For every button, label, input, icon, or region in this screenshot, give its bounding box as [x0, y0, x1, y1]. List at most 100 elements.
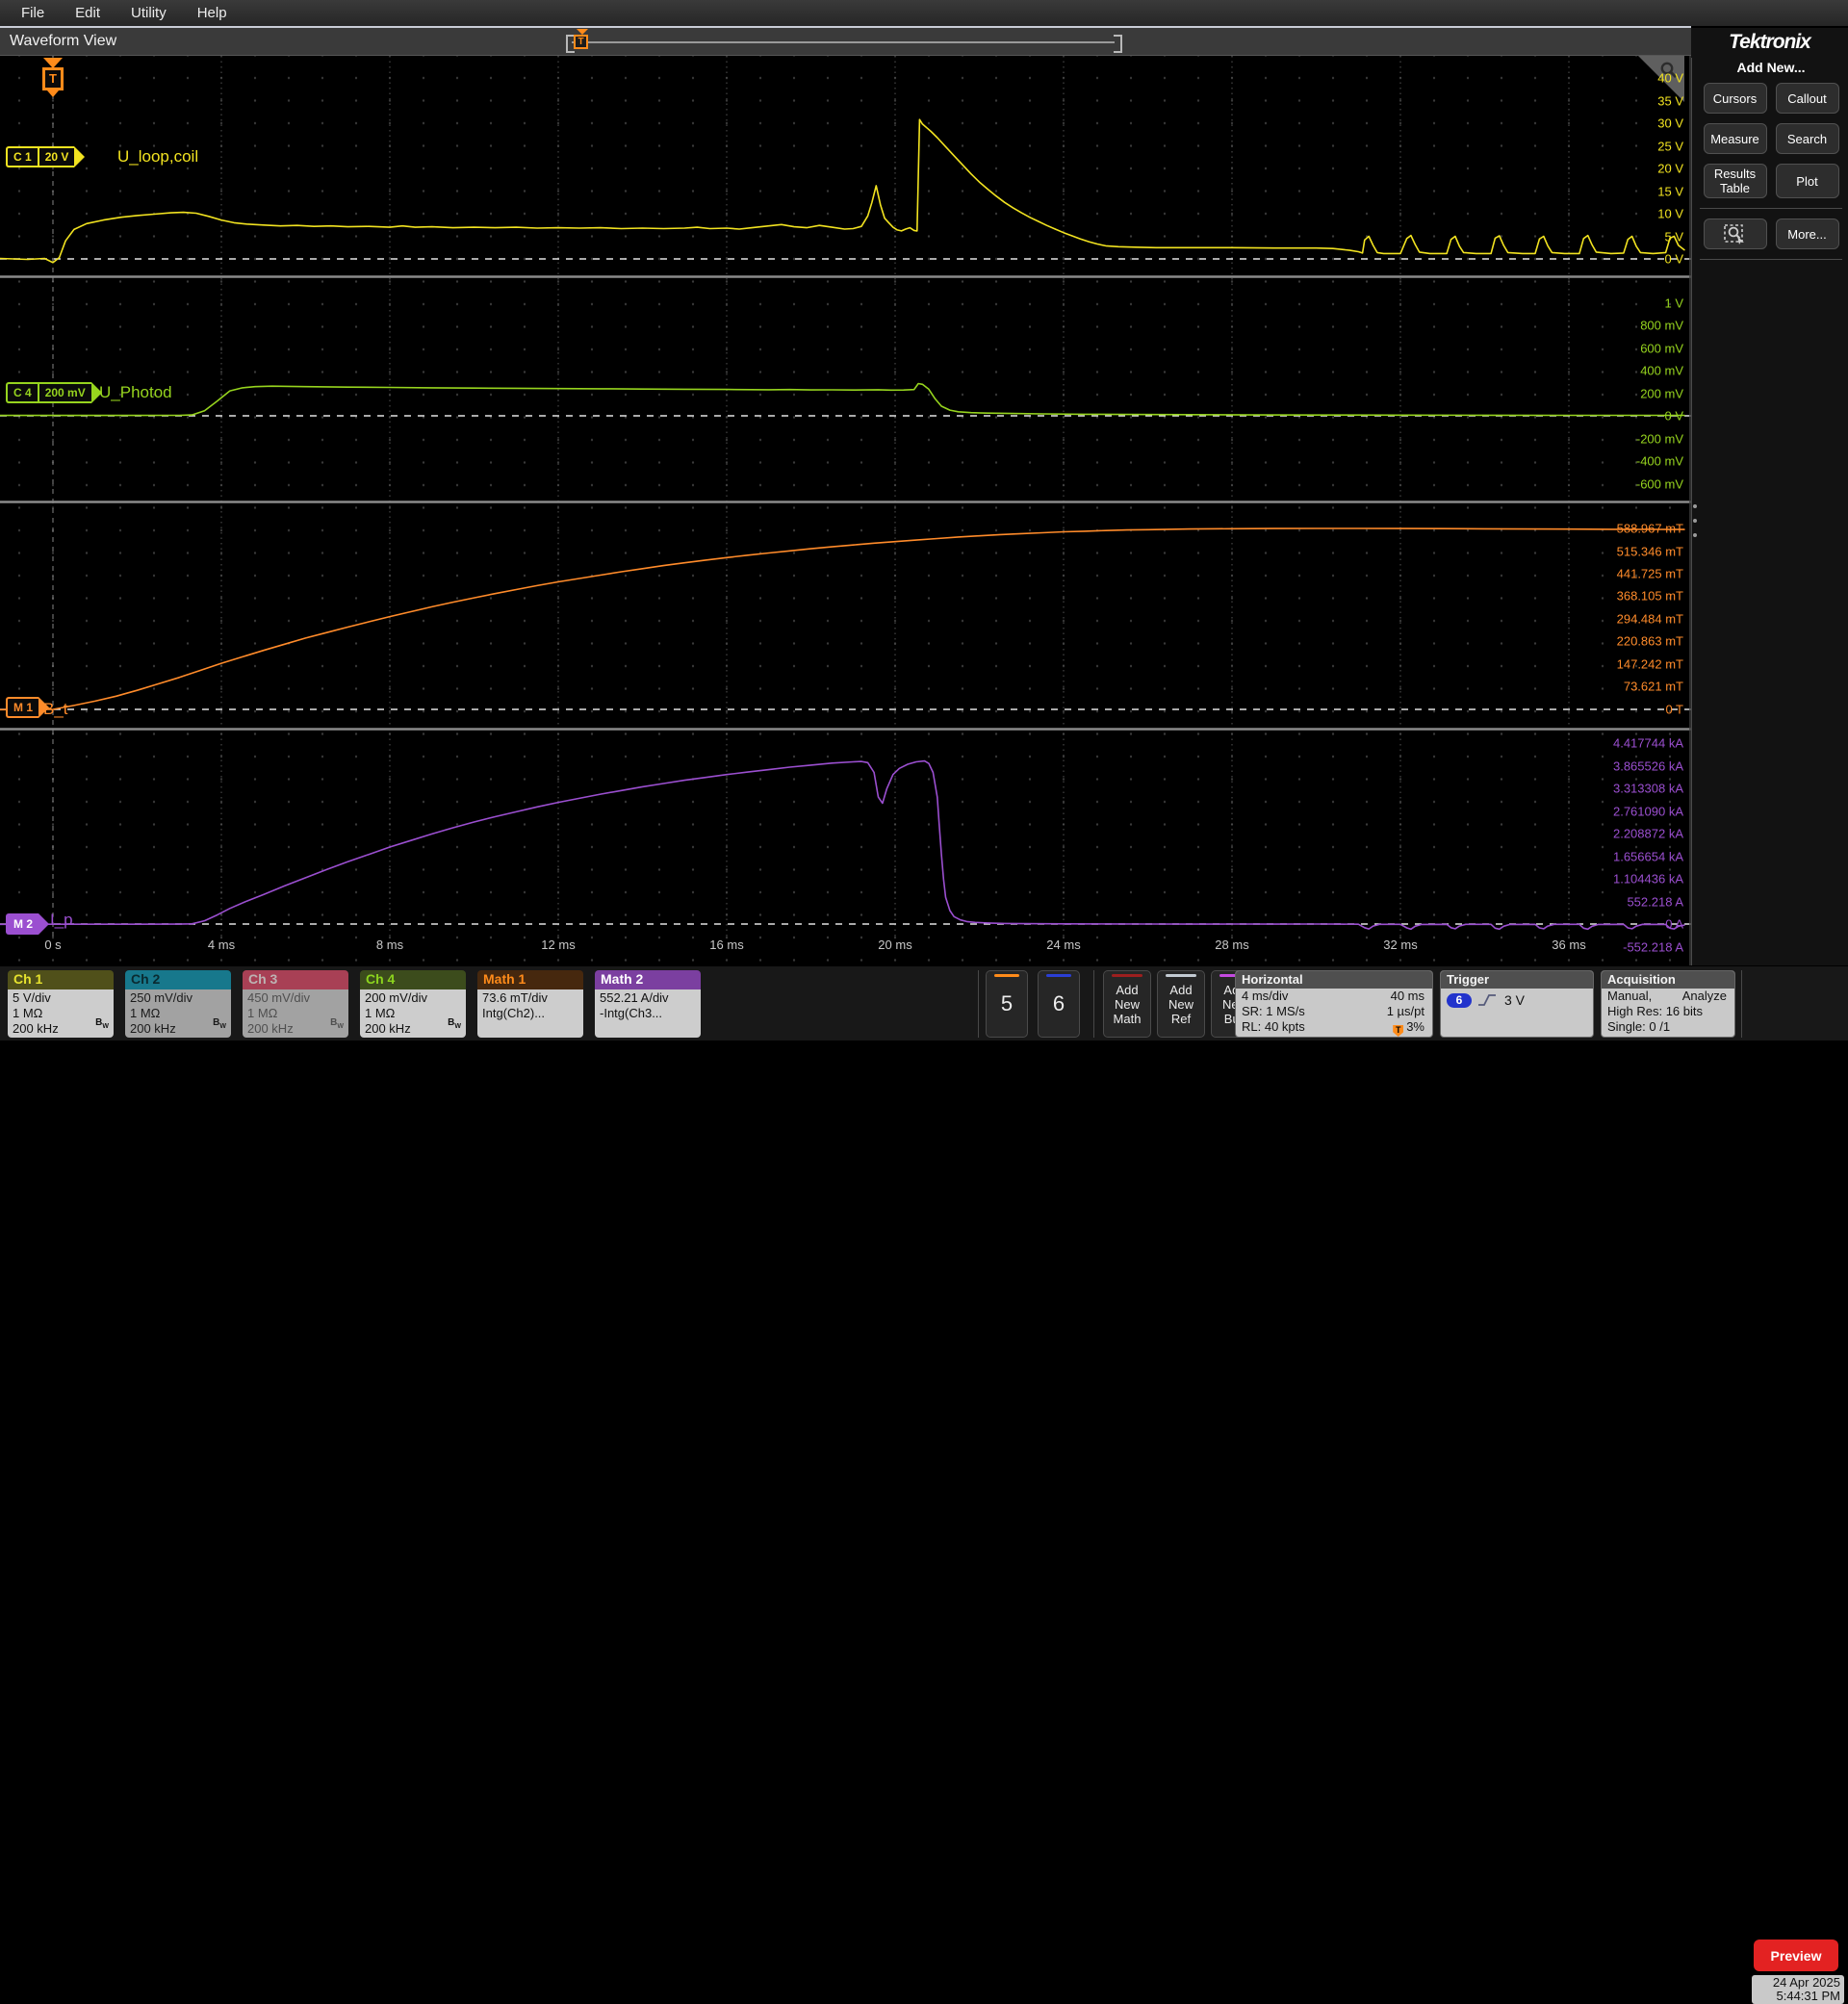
sidebar-button-measure[interactable]: Measure [1703, 123, 1767, 154]
axis-label: -552.218 A [1623, 939, 1683, 954]
sidebar-button-cursors[interactable]: Cursors [1703, 83, 1767, 114]
acquisition-analyze: Analyze [1681, 989, 1727, 1003]
sidebar-divider [1700, 208, 1842, 209]
channel-card-header: Math 2 [595, 970, 701, 989]
rising-edge-icon [1478, 994, 1496, 1006]
trigger-level: 3 V [1504, 992, 1526, 1008]
channel-card-row: 200 kHz [13, 1021, 59, 1036]
axis-label: 400 mV [1640, 363, 1683, 378]
menu-item-utility[interactable]: Utility [121, 3, 188, 23]
bottombar-separator [1093, 970, 1094, 1038]
channel-card-math1[interactable]: Math 1 73.6 mT/div Intg(Ch2)... [477, 970, 583, 1038]
axis-label: 0 V [1664, 251, 1683, 267]
button-label: Add New Ref [1168, 982, 1194, 1026]
axis-label: 220.863 mT [1616, 633, 1683, 649]
time-axis-label: 36 ms [1552, 938, 1586, 952]
button-label: Add New Math [1113, 982, 1142, 1026]
channel-card-row: 200 kHz [247, 1021, 294, 1036]
channel-badge-m2[interactable]: M 2 [6, 913, 50, 935]
axis-label: -200 mV [1635, 431, 1683, 446]
channel-card-header: Ch 2 [125, 970, 231, 989]
axis-label: 25 V [1657, 139, 1683, 153]
axis-label: 552.218 A [1627, 894, 1683, 909]
channel-card-header: Ch 1 [8, 970, 114, 989]
waveform-button-label: 5 [1000, 991, 1014, 1015]
axis-label: 3.865526 kA [1612, 758, 1683, 773]
time-axis-label: 8 ms [375, 938, 404, 952]
channel-badge-c4[interactable]: C 4 200 mV [6, 382, 102, 403]
button-add-new-ref[interactable]: Add New Ref [1157, 970, 1205, 1038]
acquisition-panel[interactable]: Acquisition Manual, Analyze High Res: 16… [1601, 970, 1735, 1038]
axis-label: 600 mV [1640, 341, 1683, 355]
axis-label: 588.967 mT [1616, 521, 1683, 536]
menu-item-file[interactable]: File [12, 3, 65, 23]
time-axis-label: 16 ms [709, 938, 744, 952]
right-sidebar: Tektronix Add New... Cursors Callout Measu… [1691, 28, 1848, 965]
channel-card-row: 200 kHz [130, 1021, 176, 1036]
trigger-panel[interactable]: Trigger 6 3 V [1440, 970, 1594, 1038]
axis-label: 5 V [1664, 229, 1683, 244]
zoom-mode-button[interactable] [1703, 218, 1767, 249]
axis-label: 515.346 mT [1616, 544, 1683, 558]
axis-label: -400 mV [1635, 453, 1683, 469]
acquisition-mode: Manual, [1607, 989, 1653, 1003]
channel-card-row: 200 mV/div [365, 990, 428, 1005]
channel-card-math2[interactable]: Math 2 552.21 A/div -Intg(Ch3... [595, 970, 701, 1038]
record-view-pan-control[interactable]: T [566, 29, 1122, 53]
channel-label-i_p: I_p [50, 911, 73, 929]
channel-card-row: 1 MΩ [13, 1006, 43, 1020]
channel-card-row: -Intg(Ch3... [600, 1006, 663, 1020]
trigger-flag-icon: T [1393, 1025, 1404, 1037]
sidebar-button-results-table[interactable]: Results Table [1703, 164, 1767, 198]
axis-label: 2.208872 kA [1612, 826, 1683, 841]
acquisition-resolution: High Res: 16 bits [1607, 1004, 1703, 1018]
channel-badge-c1[interactable]: C 1 20 V [6, 146, 86, 167]
date: 24 Apr 2025 [1772, 1975, 1840, 1990]
waveform-button-5[interactable]: 5 [986, 970, 1028, 1038]
channel-card-header: Ch 3 [243, 970, 348, 989]
axis-label: 1.104436 kA [1612, 871, 1683, 886]
graticule[interactable]: T 40 V 35 V 30 V 25 V 20 V 15 V 10 V 5 V 0 V 1 V 8… [0, 56, 1691, 966]
axis-label: 4.417744 kA [1612, 735, 1683, 751]
time: 5:44:31 PM [1776, 1989, 1841, 2003]
badge-text: 200 mV [44, 386, 86, 399]
axis-label: 20 V [1657, 161, 1683, 176]
channel-card-body: 5 V/div 1 MΩ 200 kHz BW [8, 989, 114, 1038]
channel-card-row: 1 MΩ [365, 1006, 396, 1020]
axis-label: 0 T [1665, 702, 1683, 717]
panel-splitter-handle[interactable] [1692, 504, 1698, 537]
more-button[interactable]: More... [1775, 218, 1839, 249]
axis-label: 35 V [1657, 93, 1683, 108]
add-new-panel: Add New... Cursors Callout Measure Search Re… [1691, 58, 1848, 965]
menu-bar: File Edit Utility Help [0, 0, 1848, 26]
record-view-trigger-icon[interactable]: T [574, 35, 588, 49]
axis-label: 2.761090 kA [1612, 804, 1683, 818]
channel-label-u_photod: U_Photod [99, 383, 172, 401]
record-view-right-bracket [1114, 35, 1122, 53]
waveform-view-titlebar[interactable]: Waveform View T [0, 28, 1691, 56]
channel-card-body: 73.6 mT/div Intg(Ch2)... [477, 989, 583, 1038]
badge-text: M 2 [13, 917, 34, 931]
trigger-position-marker[interactable]: T [41, 58, 64, 97]
channel-card-ch1[interactable]: Ch 15 V/div 1 MΩ 200 kHz BW [8, 970, 114, 1038]
channel-card-ch3[interactable]: Ch 3 450 mV/div 1 MΩ 200 kHz BW [243, 970, 348, 1038]
channel-card-ch4[interactable]: Ch 4 200 mV/div 1 MΩ 200 kHz BW [360, 970, 466, 1038]
menu-item-edit[interactable]: Edit [65, 3, 121, 23]
acquisition-panel-title: Acquisition [1602, 971, 1734, 989]
sidebar-button-plot[interactable]: Plot [1775, 164, 1839, 198]
axis-label: 30 V [1657, 116, 1683, 131]
axis-label: 10 V [1657, 206, 1683, 221]
horizontal-panel[interactable]: Horizontal 4 ms/div 40 ms SR: 1 MS/s 1 µs/p… [1235, 970, 1433, 1038]
channel-card-row: Intg(Ch2)... [482, 1006, 546, 1020]
horizontal-record-length: RL: 40 kpts [1242, 1019, 1305, 1034]
channel-card-ch2[interactable]: Ch 2 250 mV/div 1 MΩ 200 kHz BW [125, 970, 231, 1038]
preview-button[interactable]: Preview [1754, 1940, 1838, 1971]
menu-item-help[interactable]: Help [188, 3, 248, 23]
sidebar-button-callout[interactable]: Callout [1775, 83, 1839, 114]
axis-label: 147.242 mT [1616, 656, 1683, 672]
channel-card-header: Ch 4 [360, 970, 466, 989]
button-add-new-math[interactable]: Add New Math [1103, 970, 1151, 1038]
waveform-button-6[interactable]: 6 [1038, 970, 1080, 1038]
sidebar-button-search[interactable]: Search [1775, 123, 1839, 154]
channel-card-row: 5 V/div [13, 990, 51, 1005]
